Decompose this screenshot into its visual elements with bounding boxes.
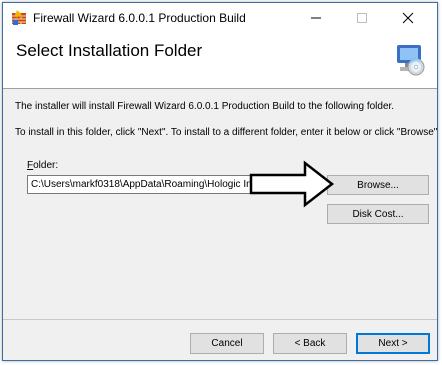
- installer-computer-disc-icon: [391, 41, 427, 77]
- title-bar[interactable]: Firewall Wizard 6.0.0.1 Production Build: [3, 3, 437, 33]
- folder-label: Folder:: [27, 160, 58, 171]
- next-button[interactable]: Next >: [356, 333, 430, 354]
- folder-label-text: older:: [33, 160, 59, 171]
- cancel-button[interactable]: Cancel: [190, 333, 264, 354]
- maximize-button[interactable]: [339, 3, 385, 33]
- window-title: Firewall Wizard 6.0.0.1 Production Build: [33, 11, 246, 25]
- pointer-arrow-annotation: [249, 160, 335, 208]
- browse-button[interactable]: Browse...: [327, 175, 429, 195]
- minimize-button[interactable]: [293, 3, 339, 33]
- wizard-header: Select Installation Folder: [3, 33, 437, 89]
- installer-window: Firewall Wizard 6.0.0.1 Production Build…: [2, 2, 438, 361]
- footer-divider: [3, 319, 437, 320]
- maximize-icon: [357, 13, 367, 23]
- minimize-icon: [311, 17, 321, 19]
- close-button[interactable]: [385, 3, 431, 33]
- close-icon: [402, 12, 414, 24]
- back-button[interactable]: < Back: [273, 333, 347, 354]
- firewall-app-icon: [11, 10, 27, 26]
- install-description: The installer will install Firewall Wiza…: [15, 101, 395, 112]
- wizard-content: The installer will install Firewall Wiza…: [3, 89, 437, 319]
- disk-cost-button[interactable]: Disk Cost...: [327, 204, 429, 224]
- page-title: Select Installation Folder: [16, 41, 203, 60]
- install-instructions: To install in this folder, click "Next".…: [15, 127, 438, 138]
